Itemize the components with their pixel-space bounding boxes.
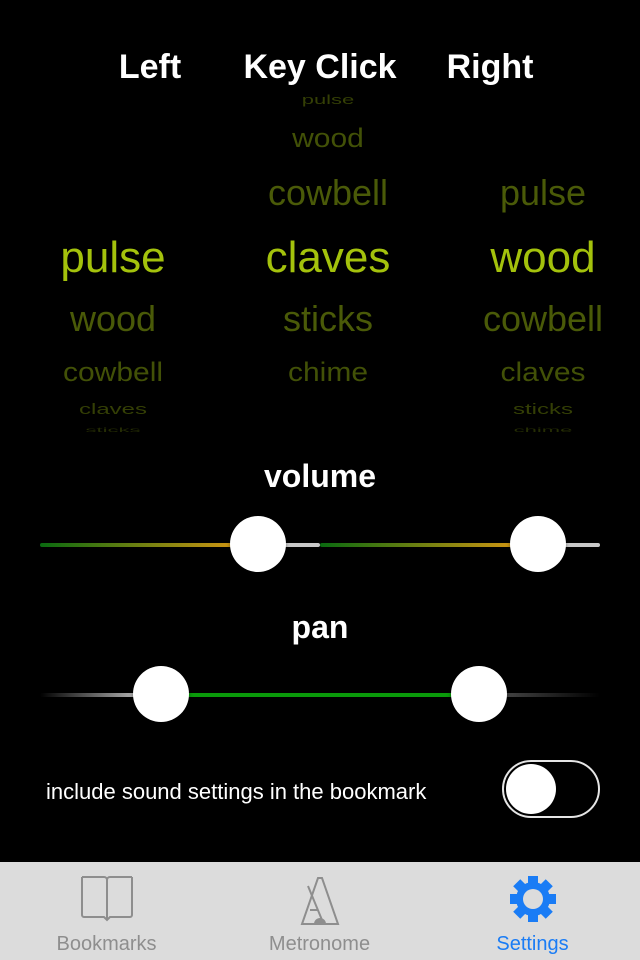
- picker-item[interactable]: sticks: [443, 402, 640, 417]
- picker-item[interactable]: claves: [228, 236, 428, 280]
- picker-item[interactable]: wood: [228, 125, 428, 153]
- picker-item[interactable]: cowbell: [228, 175, 428, 211]
- book-icon: [80, 876, 133, 922]
- picker-item[interactable]: wood: [443, 236, 640, 280]
- tab-label: Bookmarks: [56, 933, 157, 955]
- header-left: Left: [118, 48, 182, 86]
- tab-label: Settings: [496, 933, 569, 955]
- picker-item[interactable]: pulse: [443, 175, 640, 211]
- picker-item[interactable]: pulse: [228, 93, 428, 106]
- picker-item[interactable]: claves: [443, 359, 640, 387]
- include-sound-settings-label: include sound settings in the bookmark: [46, 779, 427, 804]
- volume-track-fill: [320, 543, 539, 547]
- gear-icon: [509, 876, 556, 922]
- tab-metronome[interactable]: Metronome: [213, 862, 426, 960]
- picker-item[interactable]: sticks: [228, 301, 428, 337]
- picker-item[interactable]: pulse: [13, 236, 213, 280]
- picker-item[interactable]: chime: [443, 427, 640, 433]
- pan-track-fill: [161, 693, 479, 697]
- volume-thumb[interactable]: [510, 516, 567, 572]
- picker-item[interactable]: cowbell: [13, 359, 213, 387]
- metronome-icon: [300, 877, 339, 925]
- right-sound-picker[interactable]: pulse wood cowbell claves sticks chime: [443, 88, 640, 434]
- toggle-knob[interactable]: [506, 764, 556, 814]
- pan-label: pan: [291, 609, 349, 645]
- tab-bookmarks[interactable]: Bookmarks: [0, 862, 213, 960]
- picker-item[interactable]: cowbell: [443, 301, 640, 337]
- include-sound-settings-toggle[interactable]: [502, 760, 600, 818]
- volume-track-fill: [40, 543, 259, 547]
- header-key-click: Key Click: [243, 48, 397, 86]
- key-click-sound-picker[interactable]: pulse wood cowbell claves sticks chime: [228, 88, 428, 433]
- left-sound-picker[interactable]: pulse wood cowbell claves sticks: [13, 88, 213, 434]
- volume-thumb[interactable]: [230, 516, 287, 572]
- picker-item[interactable]: sticks: [13, 427, 213, 433]
- picker-item[interactable]: chime: [228, 359, 428, 387]
- picker-item[interactable]: claves: [13, 402, 213, 417]
- pan-left-thumb[interactable]: [133, 666, 190, 722]
- picker-item[interactable]: wood: [13, 301, 213, 337]
- tab-label: Metronome: [268, 933, 371, 955]
- pan-right-thumb[interactable]: [450, 666, 507, 722]
- tab-settings[interactable]: Settings: [426, 862, 639, 960]
- volume-label: volume: [263, 458, 377, 494]
- header-right: Right: [446, 48, 534, 86]
- tab-bar: Bookmarks Metronome Settings: [0, 862, 640, 960]
